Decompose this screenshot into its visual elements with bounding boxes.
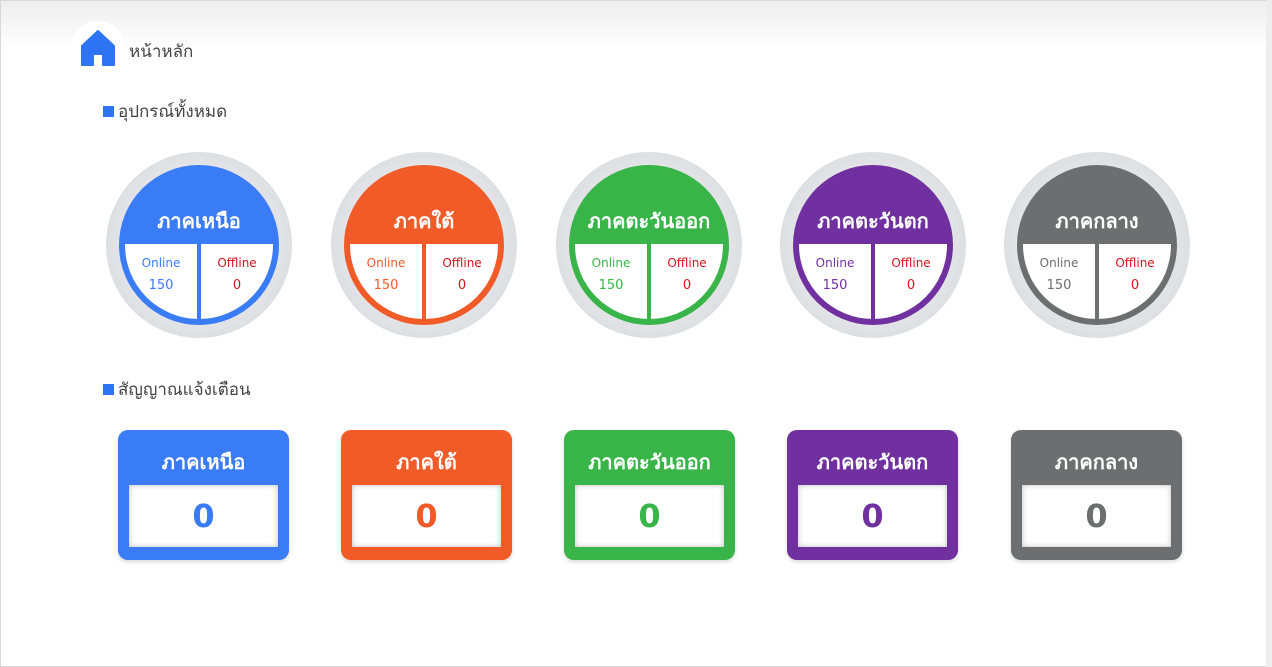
devices-section-title: อุปกรณ์ทั้งหมด (103, 98, 227, 125)
online-count: 150 (373, 278, 399, 293)
online-column: Online 150 (350, 244, 422, 293)
gauge-face: ภาคตะวันออก Online 150 Offline 0 (569, 165, 729, 325)
scrollbar-track[interactable] (1266, 0, 1272, 667)
alert-card-south[interactable]: ภาคใต้ 0 (341, 430, 512, 560)
gauge-stats: Online 150 Offline 0 (1023, 244, 1171, 319)
offline-label: Offline (667, 256, 707, 270)
offline-column: Offline 0 (426, 244, 498, 293)
gauge-face: ภาคใต้ Online 150 Offline 0 (344, 165, 504, 325)
region-gauge-north[interactable]: ภาคเหนือ Online 150 Offline 0 (106, 152, 292, 338)
offline-label: Offline (1115, 256, 1155, 270)
gauge-region-name: ภาคตะวันตก (817, 209, 929, 233)
alert-region-name: ภาคกลาง (1054, 450, 1139, 474)
offline-label: Offline (217, 256, 257, 270)
online-label: Online (591, 256, 631, 270)
alerts-title-text: สัญญาณแจ้งเตือน (118, 380, 251, 400)
gauge-region-name: ภาคตะวันออก (587, 209, 711, 233)
offline-count: 0 (906, 278, 916, 293)
home-icon[interactable] (80, 29, 116, 67)
online-column: Online 150 (799, 244, 871, 293)
gauge-region-name: ภาคใต้ (393, 209, 455, 233)
gauge-region-name: ภาคกลาง (1055, 209, 1139, 233)
alert-count: 0 (1085, 497, 1108, 535)
offline-column: Offline 0 (1099, 244, 1171, 293)
offline-column: Offline 0 (875, 244, 947, 293)
alert-count: 0 (192, 497, 215, 535)
alert-region-name: ภาคใต้ (396, 450, 457, 474)
alert-count: 0 (861, 497, 884, 535)
alert-card-central[interactable]: ภาคกลาง 0 (1011, 430, 1182, 560)
online-count: 150 (822, 278, 848, 293)
alert-count-box: 0 (575, 485, 724, 547)
gauge-stats: Online 150 Offline 0 (799, 244, 947, 319)
alert-region-name: ภาคเหนือ (161, 450, 246, 474)
alert-card-west[interactable]: ภาคตะวันตก 0 (787, 430, 958, 560)
alert-count: 0 (415, 497, 438, 535)
gauge-face: ภาคเหนือ Online 150 Offline 0 (119, 165, 279, 325)
alert-card-east[interactable]: ภาคตะวันออก 0 (564, 430, 735, 560)
alert-count-box: 0 (129, 485, 278, 547)
online-count: 150 (1046, 278, 1072, 293)
region-gauge-south[interactable]: ภาคใต้ Online 150 Offline 0 (331, 152, 517, 338)
gauge-region-name: ภาคเหนือ (157, 209, 241, 233)
gauge-stats: Online 150 Offline 0 (350, 244, 498, 319)
online-label: Online (1039, 256, 1079, 270)
online-column: Online 150 (575, 244, 647, 293)
online-column: Online 150 (1023, 244, 1095, 293)
alert-region-name: ภาคตะวันตก (816, 450, 929, 474)
online-label: Online (366, 256, 406, 270)
alert-count: 0 (638, 497, 661, 535)
gauge-stats: Online 150 Offline 0 (125, 244, 273, 319)
online-label: Online (815, 256, 855, 270)
alert-region-name: ภาคตะวันออก (588, 450, 711, 474)
bullet-square-icon (103, 106, 114, 117)
offline-label: Offline (891, 256, 931, 270)
offline-column: Offline 0 (651, 244, 723, 293)
gauge-stats: Online 150 Offline 0 (575, 244, 723, 319)
offline-column: Offline 0 (201, 244, 273, 293)
devices-title-text: อุปกรณ์ทั้งหมด (118, 102, 228, 122)
alert-count-box: 0 (352, 485, 501, 547)
alert-count-box: 0 (1022, 485, 1171, 547)
online-column: Online 150 (125, 244, 197, 293)
page-title: หน้าหลัก (129, 42, 194, 62)
region-gauge-west[interactable]: ภาคตะวันตก Online 150 Offline 0 (780, 152, 966, 338)
gauge-face: ภาคกลาง Online 150 Offline 0 (1017, 165, 1177, 325)
offline-count: 0 (682, 278, 692, 293)
offline-count: 0 (457, 278, 467, 293)
offline-label: Offline (442, 256, 482, 270)
alert-card-north[interactable]: ภาคเหนือ 0 (118, 430, 289, 560)
alerts-section-title: สัญญาณแจ้งเตือน (103, 376, 251, 403)
online-count: 150 (598, 278, 624, 293)
offline-count: 0 (232, 278, 242, 293)
online-label: Online (141, 256, 181, 270)
region-gauge-central[interactable]: ภาคกลาง Online 150 Offline 0 (1004, 152, 1190, 338)
region-gauge-east[interactable]: ภาคตะวันออก Online 150 Offline 0 (556, 152, 742, 338)
offline-count: 0 (1130, 278, 1140, 293)
gauge-face: ภาคตะวันตก Online 150 Offline 0 (793, 165, 953, 325)
online-count: 150 (148, 278, 174, 293)
bullet-square-icon (103, 384, 114, 395)
alert-count-box: 0 (798, 485, 947, 547)
